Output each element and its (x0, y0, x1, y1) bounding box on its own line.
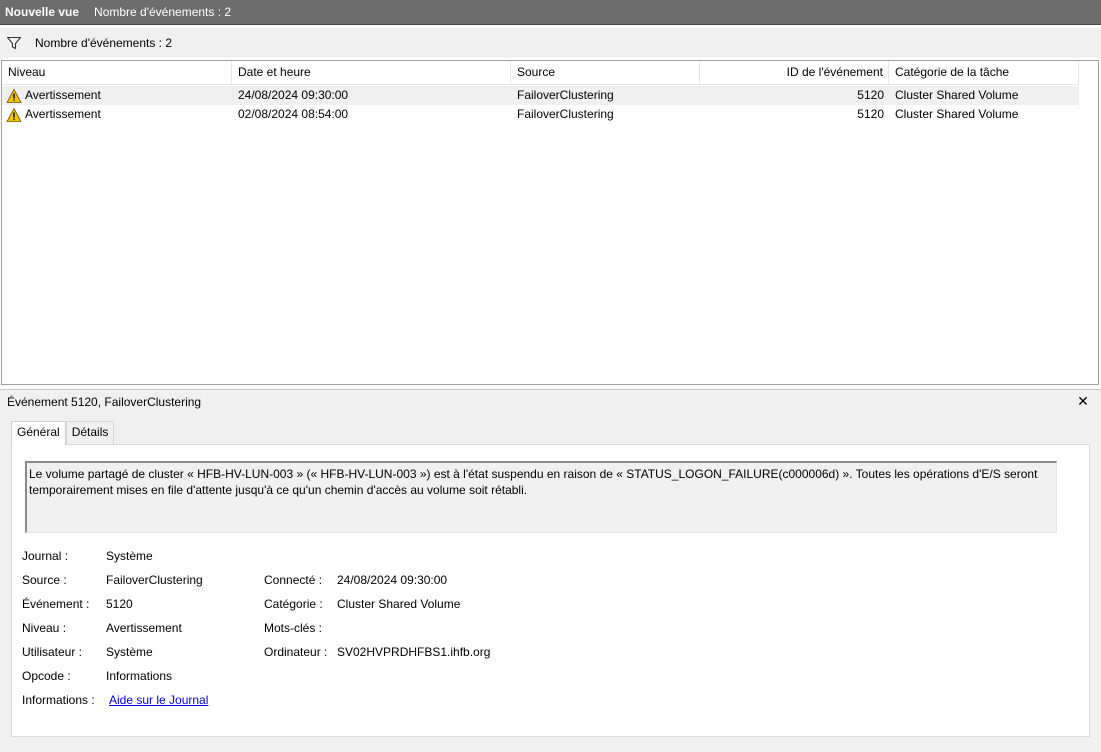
column-header-event-id[interactable]: ID de l'événement (700, 61, 889, 85)
opcode-label: Opcode : (22, 669, 71, 683)
level-label: Niveau : (22, 621, 67, 635)
row-datetime: 02/08/2024 08:54:00 (238, 107, 349, 121)
user-value: Système (106, 645, 153, 659)
table-row[interactable]: Avertissement 24/08/2024 09:30:00 Failov… (2, 86, 1079, 105)
warning-icon (6, 88, 22, 104)
event-rows: Avertissement 24/08/2024 09:30:00 Failov… (2, 86, 1079, 124)
row-level: Avertissement (25, 107, 101, 121)
level-value: Avertissement (106, 621, 182, 635)
row-source: FailoverClustering (517, 107, 614, 121)
tab-details[interactable]: Détails (65, 421, 115, 444)
category-label: Catégorie : (264, 597, 323, 611)
column-header-row: Niveau Date et heure Source ID de l'évén… (2, 61, 1079, 85)
column-header-level[interactable]: Niveau (2, 61, 232, 85)
row-event-id: 5120 (857, 107, 884, 121)
source-label: Source : (22, 573, 67, 587)
category-value: Cluster Shared Volume (337, 597, 461, 611)
journal-label: Journal : (22, 549, 69, 563)
opcode-value: Informations (106, 669, 173, 683)
table-row[interactable]: Avertissement 02/08/2024 08:54:00 Failov… (2, 105, 1079, 124)
user-label: Utilisateur : (22, 645, 83, 659)
close-icon[interactable]: ✕ (1075, 393, 1091, 409)
detail-title: Événement 5120, FailoverClustering (7, 395, 202, 409)
warning-icon (6, 107, 22, 123)
general-tab-content: Le volume partagé de cluster « HFB-HV-LU… (11, 444, 1090, 737)
event-description[interactable]: Le volume partagé de cluster « HFB-HV-LU… (25, 461, 1057, 533)
row-level: Avertissement (25, 88, 101, 102)
computer-value: SV02HVPRDHFBS1.ihfb.org (337, 645, 491, 659)
row-category: Cluster Shared Volume (895, 88, 1019, 102)
column-header-source[interactable]: Source (511, 61, 700, 85)
event-list[interactable]: Niveau Date et heure Source ID de l'évén… (1, 60, 1099, 385)
view-title-bar: Nouvelle vue Nombre d'événements : 2 (0, 0, 1101, 25)
event-id-value: 5120 (106, 597, 133, 611)
column-header-category[interactable]: Catégorie de la tâche (889, 61, 1079, 85)
row-source: FailoverClustering (517, 88, 614, 102)
tab-general[interactable]: Général (11, 421, 66, 445)
row-datetime: 24/08/2024 09:30:00 (238, 88, 349, 102)
keywords-label: Mots-clés : (264, 621, 323, 635)
journal-value: Système (106, 549, 153, 563)
event-detail-panel: Événement 5120, FailoverClustering ✕ Gén… (0, 389, 1101, 752)
filter-count-text: Nombre d'événements : 2 (35, 36, 173, 50)
logged-label: Connecté : (264, 573, 323, 587)
column-header-datetime[interactable]: Date et heure (232, 61, 511, 85)
filter-bar: Nombre d'événements : 2 (0, 28, 1101, 58)
filter-icon[interactable] (6, 35, 22, 51)
view-name: Nouvelle vue (5, 5, 80, 19)
detail-tabs: Général Détails (11, 421, 115, 445)
logged-value: 24/08/2024 09:30:00 (337, 573, 448, 587)
computer-label: Ordinateur : (264, 645, 328, 659)
row-category: Cluster Shared Volume (895, 107, 1019, 121)
row-event-id: 5120 (857, 88, 884, 102)
event-count: Nombre d'événements : 2 (94, 5, 232, 19)
help-link[interactable]: Aide sur le Journal (109, 693, 208, 707)
event-id-label: Événement : (22, 597, 90, 611)
source-value: FailoverClustering (106, 573, 203, 587)
info-label: Informations : (22, 693, 95, 707)
